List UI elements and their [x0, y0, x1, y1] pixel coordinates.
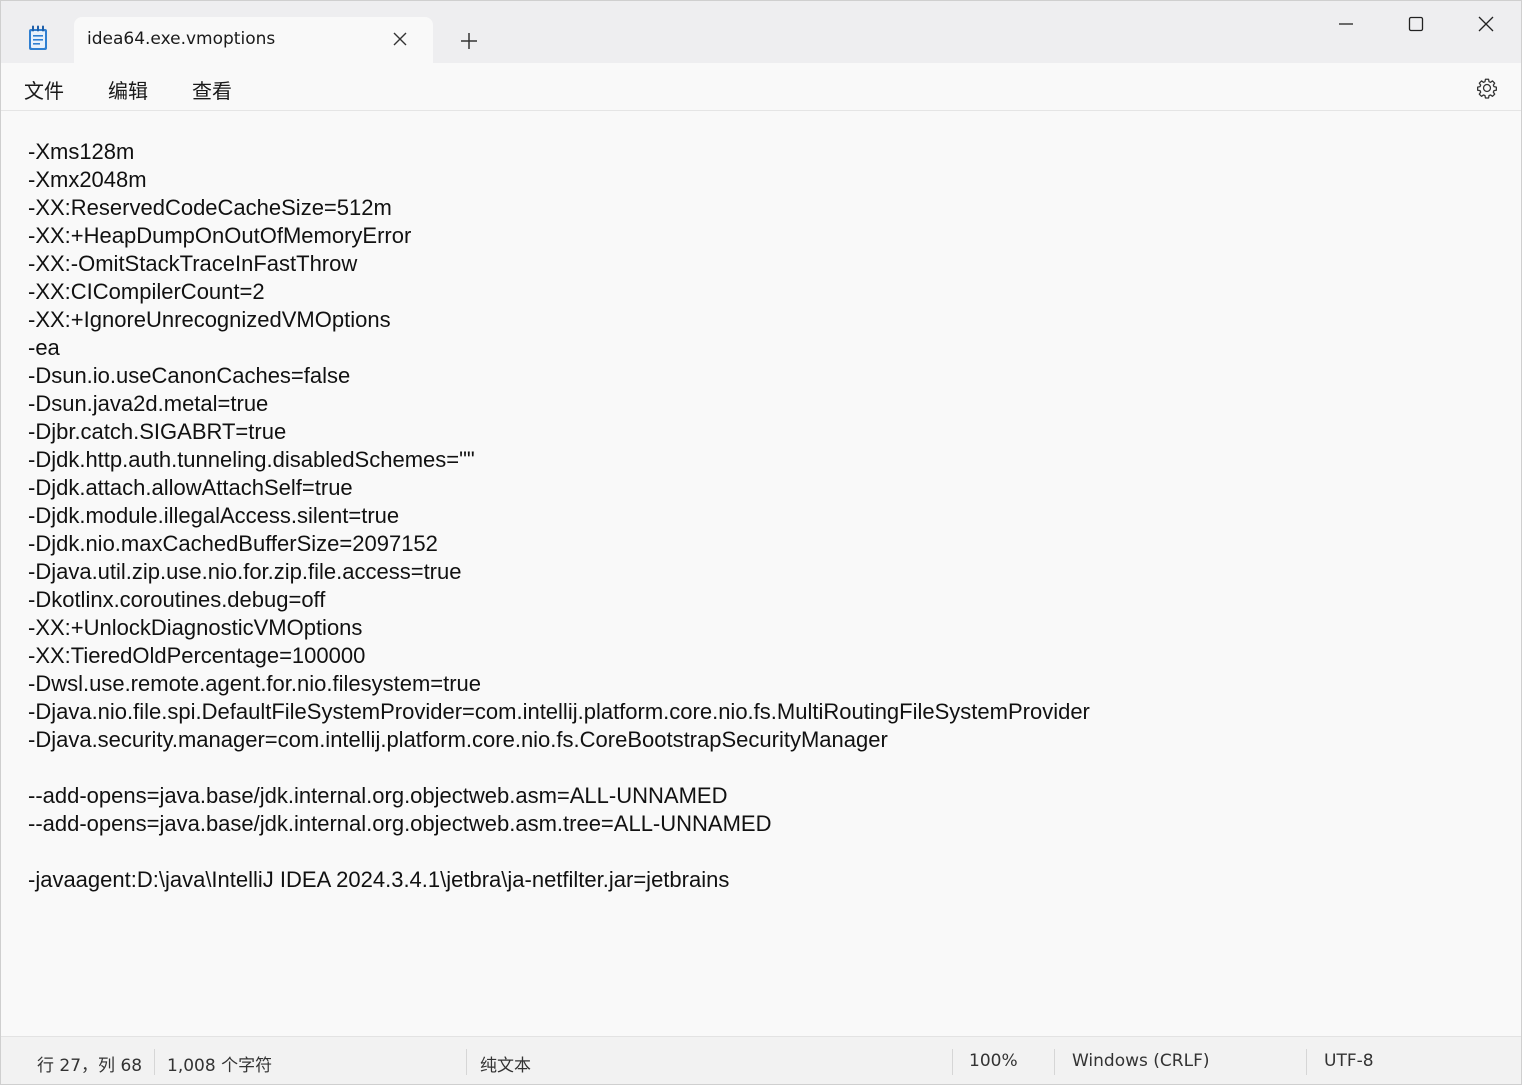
- text-line[interactable]: -Djdk.nio.maxCachedBufferSize=2097152: [28, 530, 1498, 558]
- status-divider: [1306, 1049, 1307, 1075]
- text-line[interactable]: -Djdk.module.illegalAccess.silent=true: [28, 502, 1498, 530]
- notepad-icon: [28, 25, 48, 51]
- close-icon[interactable]: [1463, 7, 1509, 41]
- status-line-ending[interactable]: Windows (CRLF): [1072, 1051, 1210, 1071]
- status-format[interactable]: 纯文本: [480, 1051, 531, 1076]
- text-line[interactable]: -XX:ReservedCodeCacheSize=512m: [28, 194, 1498, 222]
- minimize-icon[interactable]: [1323, 7, 1369, 41]
- menu-view[interactable]: 查看: [192, 75, 232, 104]
- status-divider: [1054, 1049, 1055, 1075]
- text-line[interactable]: -javaagent:D:\java\IntelliJ IDEA 2024.3.…: [28, 866, 1498, 894]
- text-line[interactable]: -Djava.security.manager=com.intellij.pla…: [28, 726, 1498, 754]
- status-encoding[interactable]: UTF-8: [1324, 1051, 1374, 1071]
- text-line[interactable]: -XX:TieredOldPercentage=100000: [28, 642, 1498, 670]
- text-line[interactable]: -XX:+IgnoreUnrecognizedVMOptions: [28, 306, 1498, 334]
- text-line[interactable]: -Dsun.io.useCanonCaches=false: [28, 362, 1498, 390]
- text-line[interactable]: -XX:+UnlockDiagnosticVMOptions: [28, 614, 1498, 642]
- status-cursor-position: 行 27，列 68: [37, 1056, 143, 1076]
- notepad-window: idea64.exe.vmoptions 文件 编辑 查看 -Xms128m -…: [0, 0, 1522, 1085]
- title-bar[interactable]: idea64.exe.vmoptions: [1, 1, 1521, 63]
- tab-title: idea64.exe.vmoptions: [87, 29, 276, 49]
- tab-document[interactable]: idea64.exe.vmoptions: [74, 17, 433, 63]
- text-line[interactable]: -Djbr.catch.SIGABRT=true: [28, 418, 1498, 446]
- text-line[interactable]: -XX:CICompilerCount=2: [28, 278, 1498, 306]
- text-line[interactable]: -Xms128m: [28, 138, 1498, 166]
- plus-icon[interactable]: [455, 27, 483, 55]
- text-line[interactable]: -Dkotlinx.coroutines.debug=off: [28, 586, 1498, 614]
- text-line[interactable]: [28, 838, 1498, 866]
- close-icon[interactable]: [388, 27, 412, 51]
- text-line[interactable]: -Djava.nio.file.spi.DefaultFileSystemPro…: [28, 698, 1498, 726]
- text-line[interactable]: [28, 754, 1498, 782]
- text-line[interactable]: -Xmx2048m: [28, 166, 1498, 194]
- text-line[interactable]: -Djdk.http.auth.tunneling.disabledScheme…: [28, 446, 1498, 474]
- text-line[interactable]: -Dsun.java2d.metal=true: [28, 390, 1498, 418]
- status-divider: [154, 1049, 155, 1075]
- text-line[interactable]: -Djava.util.zip.use.nio.for.zip.file.acc…: [28, 558, 1498, 586]
- menu-edit[interactable]: 编辑: [108, 75, 148, 104]
- menu-bar: 文件 编辑 查看: [1, 63, 1521, 111]
- status-char-count: 1,008 个字符: [167, 1056, 273, 1076]
- text-editor[interactable]: -Xms128m -Xmx2048m -XX:ReservedCodeCacheSi…: [1, 112, 1521, 1036]
- text-line[interactable]: -XX:-OmitStackTraceInFastThrow: [28, 250, 1498, 278]
- gear-icon[interactable]: [1471, 73, 1503, 103]
- editor-content[interactable]: -Xms128m -Xmx2048m -XX:ReservedCodeCacheSi…: [28, 138, 1498, 894]
- text-line[interactable]: --add-opens=java.base/jdk.internal.org.o…: [28, 810, 1498, 838]
- text-line[interactable]: --add-opens=java.base/jdk.internal.org.o…: [28, 782, 1498, 810]
- text-line[interactable]: -ea: [28, 334, 1498, 362]
- status-divider: [466, 1049, 467, 1075]
- status-bar: 行 27，列 68 1,008 个字符 纯文本 100% Windows (CR…: [1, 1036, 1521, 1084]
- status-divider: [952, 1049, 953, 1075]
- text-line[interactable]: -Djdk.attach.allowAttachSelf=true: [28, 474, 1498, 502]
- menu-file[interactable]: 文件: [24, 75, 64, 104]
- maximize-icon[interactable]: [1393, 7, 1439, 41]
- status-zoom[interactable]: 100%: [969, 1051, 1018, 1071]
- text-line[interactable]: -Dwsl.use.remote.agent.for.nio.filesyste…: [28, 670, 1498, 698]
- text-line[interactable]: -XX:+HeapDumpOnOutOfMemoryError: [28, 222, 1498, 250]
